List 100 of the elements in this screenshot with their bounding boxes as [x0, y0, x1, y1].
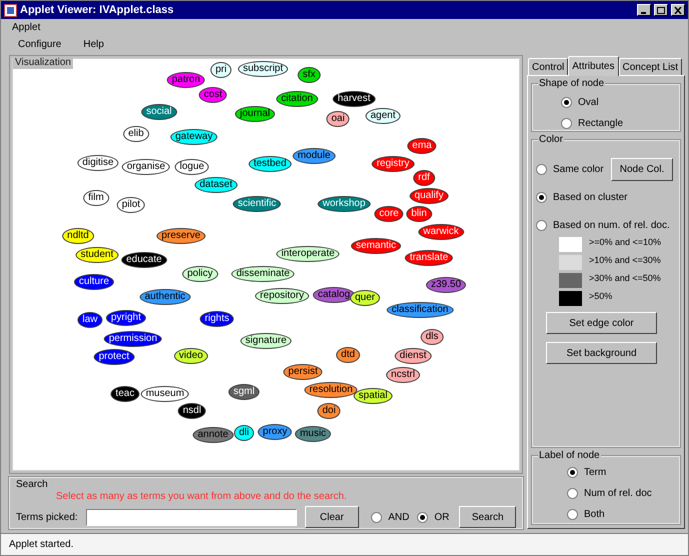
term-node[interactable]: translate	[404, 250, 454, 266]
term-node[interactable]: elib	[123, 126, 149, 142]
menu-item[interactable]: Configure	[18, 36, 62, 52]
radio-button[interactable]	[536, 192, 547, 203]
term-node[interactable]: pyright	[106, 310, 146, 326]
term-node[interactable]: repository	[255, 288, 309, 304]
term-node[interactable]: dienst	[394, 348, 432, 364]
tab[interactable]: Attributes	[568, 56, 618, 76]
radio-option[interactable]: OR	[417, 510, 450, 524]
term-node[interactable]: signature	[240, 333, 292, 349]
radio-button[interactable]	[567, 509, 578, 520]
maximize-button[interactable]	[654, 4, 668, 16]
term-node[interactable]: pilot	[116, 197, 146, 213]
term-node[interactable]: museum	[140, 386, 190, 402]
term-node[interactable]: sfx	[298, 67, 320, 83]
term-node[interactable]: z39.50	[426, 277, 466, 293]
radio-button[interactable]	[567, 488, 578, 499]
radio-option[interactable]: Oval	[561, 95, 679, 110]
term-node[interactable]: ema	[407, 138, 437, 154]
radio-button[interactable]	[417, 512, 428, 522]
term-node[interactable]: workshop	[318, 196, 370, 212]
radio-option[interactable]: Num of rel. doc	[567, 486, 679, 501]
term-node[interactable]: film	[83, 190, 109, 206]
term-node[interactable]: law	[78, 312, 102, 328]
radio-button[interactable]	[536, 164, 547, 175]
term-node[interactable]: testbed	[248, 156, 292, 172]
term-node[interactable]: spatial	[354, 388, 392, 404]
term-node[interactable]: semantic	[351, 238, 401, 254]
term-node[interactable]: ncstrl	[386, 367, 420, 383]
term-node[interactable]: teac	[110, 386, 140, 402]
radio-option[interactable]: Rectangle	[561, 116, 679, 131]
term-node[interactable]: rights	[200, 311, 234, 327]
radio-option[interactable]: Both	[567, 507, 679, 522]
term-node[interactable]: classification	[386, 302, 454, 318]
term-node[interactable]: rdf	[413, 170, 435, 186]
minimize-button[interactable]	[637, 4, 651, 16]
term-node[interactable]: educate	[121, 252, 167, 268]
term-node[interactable]: gateway	[170, 129, 218, 145]
close-button[interactable]	[671, 4, 685, 16]
term-node[interactable]: warwick	[418, 224, 464, 240]
term-node[interactable]: scientific	[232, 196, 282, 212]
term-node[interactable]: authentic	[140, 289, 190, 305]
term-node[interactable]: policy	[182, 266, 218, 282]
radio-option[interactable]: Same color	[536, 162, 604, 177]
menu-item[interactable]: Help	[83, 36, 104, 52]
radio-button[interactable]	[561, 97, 572, 108]
term-node[interactable]: resolution	[304, 382, 358, 398]
term-node[interactable]: ndltd	[62, 228, 94, 244]
term-node[interactable]: persist	[283, 364, 323, 380]
term-node[interactable]: cost	[198, 87, 228, 103]
term-node[interactable]: digitise	[77, 155, 119, 171]
term-node[interactable]: organise	[122, 159, 170, 175]
term-node[interactable]: student	[76, 247, 118, 263]
term-node[interactable]: catalog	[312, 287, 356, 303]
term-node[interactable]: proxy	[258, 424, 292, 440]
term-node[interactable]: registry	[372, 156, 414, 172]
tab[interactable]: Concept List	[618, 58, 682, 75]
term-node[interactable]: doi	[317, 403, 341, 419]
term-node[interactable]: dls	[420, 329, 444, 345]
term-node[interactable]: interoperate	[276, 246, 340, 262]
clear-button[interactable]: Clear	[304, 506, 360, 528]
radio-button[interactable]	[371, 512, 382, 522]
term-node[interactable]: citation	[276, 91, 318, 107]
node-color-button[interactable]: Node Col.	[611, 158, 673, 181]
term-node[interactable]: oai	[326, 111, 350, 127]
term-node[interactable]: music	[294, 426, 332, 442]
term-node[interactable]: logue	[174, 159, 210, 175]
terms-field[interactable]	[86, 508, 297, 526]
term-node[interactable]: qualify	[410, 188, 448, 204]
radio-button[interactable]	[567, 467, 578, 478]
radio-option[interactable]: Based on num. of rel. doc.	[536, 218, 670, 233]
term-node[interactable]: patron	[166, 72, 206, 88]
term-node[interactable]: pri	[210, 62, 232, 78]
radio-option[interactable]: AND	[371, 510, 410, 524]
radio-option[interactable]: Term	[567, 465, 679, 480]
term-node[interactable]: disseminate	[231, 266, 295, 282]
term-node[interactable]: module	[292, 148, 336, 164]
term-node[interactable]: dtd	[336, 347, 360, 363]
term-node[interactable]: sgml	[228, 384, 260, 400]
radio-button[interactable]	[561, 118, 572, 129]
term-node[interactable]: dataset	[194, 177, 238, 193]
term-node[interactable]: nsdl	[178, 403, 206, 419]
term-node[interactable]: subscript	[238, 61, 288, 77]
term-node[interactable]: social	[141, 104, 177, 120]
term-node[interactable]: journal	[234, 106, 276, 122]
term-node[interactable]: quer	[350, 290, 380, 306]
term-node[interactable]: protect	[94, 349, 134, 365]
term-node[interactable]: annote	[192, 427, 234, 443]
term-node[interactable]: core	[374, 206, 404, 222]
term-node[interactable]: preserve	[156, 228, 206, 244]
radio-button[interactable]	[536, 220, 547, 231]
term-node[interactable]: permission	[104, 331, 162, 347]
action-button[interactable]: Set edge color	[546, 312, 657, 334]
tab[interactable]: Control	[528, 58, 568, 75]
term-node[interactable]: blin	[406, 206, 432, 222]
term-node[interactable]: agent	[365, 108, 401, 124]
term-node[interactable]: harvest	[332, 91, 376, 107]
search-button[interactable]: Search	[459, 506, 516, 528]
term-node[interactable]: culture	[74, 274, 114, 290]
action-button[interactable]: Set background	[546, 342, 657, 364]
